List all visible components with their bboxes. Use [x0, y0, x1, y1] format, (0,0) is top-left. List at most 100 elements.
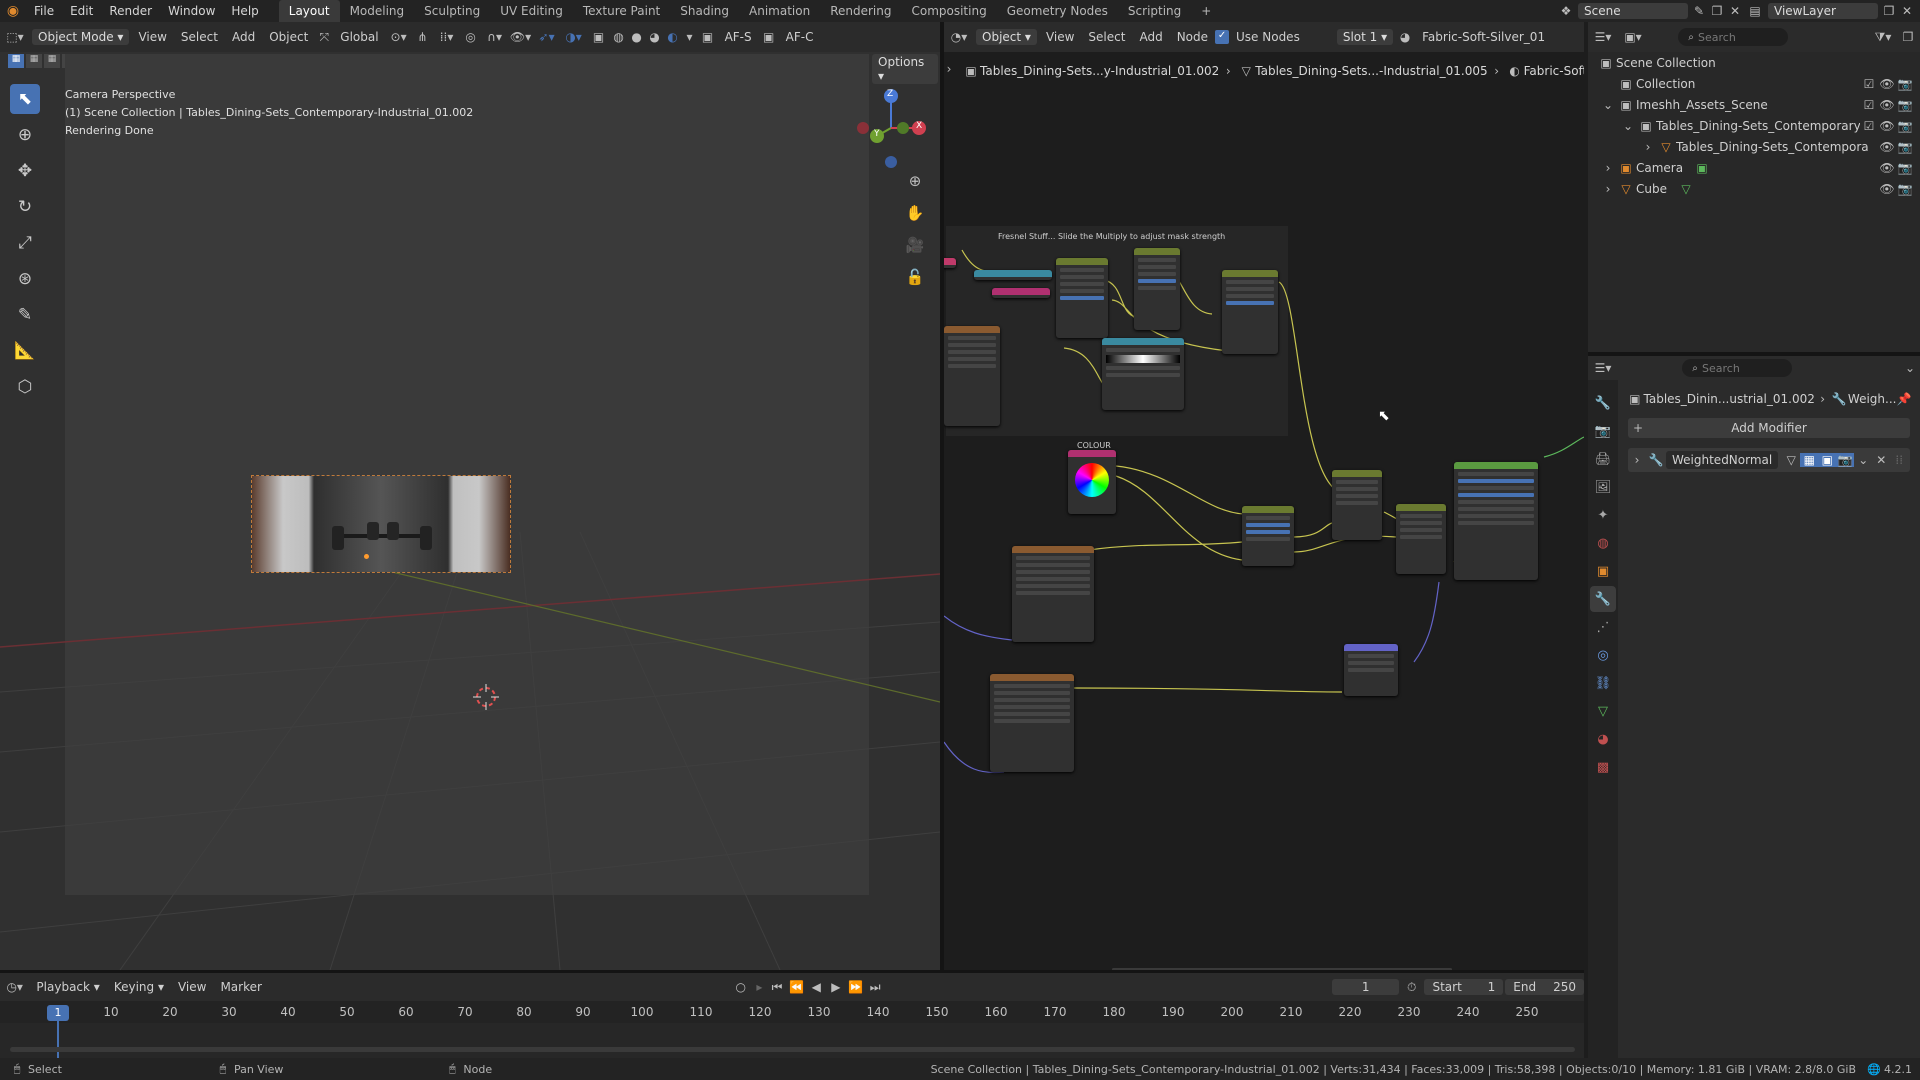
- add-cube-tool-icon[interactable]: ⬡: [10, 372, 40, 402]
- timeline-playback-menu[interactable]: Playback ▾: [29, 980, 106, 994]
- tab-shading[interactable]: Shading: [670, 0, 739, 22]
- dropdown-icon[interactable]: ⌄: [1854, 453, 1872, 467]
- node-editor-type-icon[interactable]: ◔▾: [944, 30, 974, 44]
- shader-node[interactable]: [1222, 270, 1278, 354]
- pin-icon[interactable]: 📌: [1896, 392, 1912, 406]
- shader-node[interactable]: [1332, 470, 1382, 540]
- normal-map-node[interactable]: [1344, 644, 1398, 696]
- timeline-scrollbar[interactable]: [10, 1047, 1575, 1052]
- eye-icon[interactable]: 👁: [1878, 119, 1896, 133]
- modifier-properties-icon[interactable]: 🔧: [1590, 586, 1616, 612]
- render-camera-icon[interactable]: 📷: [1896, 98, 1914, 112]
- pivot-icon[interactable]: ⊙▾: [386, 30, 412, 44]
- image-texture-node[interactable]: [990, 674, 1074, 772]
- properties-search[interactable]: ⌕ Search: [1682, 359, 1792, 377]
- node-menu-view[interactable]: View: [1039, 30, 1081, 44]
- filter-icon[interactable]: ⧩▾: [1870, 30, 1896, 45]
- timeline-type-icon[interactable]: ◷▾: [0, 980, 29, 994]
- viewport-menu-view[interactable]: View: [131, 30, 173, 44]
- scale-tool-icon[interactable]: ⤢: [10, 228, 40, 258]
- options-button[interactable]: Options ▾: [872, 54, 938, 84]
- xray-icon[interactable]: ▣: [588, 30, 610, 44]
- modifier-panel[interactable]: › 🔧 WeightedNormal ▽ ▦ ▣ 📷 ⌄ ✕ ⁞⁞: [1628, 448, 1910, 472]
- material-name[interactable]: Fabric-Soft-Silver_01: [1415, 30, 1552, 44]
- af-c-button[interactable]: AF-C: [779, 30, 821, 44]
- shader-node[interactable]: [1242, 506, 1294, 566]
- eye-icon[interactable]: 👁: [1878, 182, 1896, 196]
- tab-geometry-nodes[interactable]: Geometry Nodes: [997, 0, 1118, 22]
- constraints-properties-icon[interactable]: ⛓: [1590, 670, 1616, 696]
- principled-bsdf-node[interactable]: [1454, 462, 1538, 580]
- proportional-edit-icon[interactable]: ◎: [460, 30, 482, 44]
- new-scene-icon[interactable]: ❐: [1708, 4, 1726, 18]
- falloff-icon[interactable]: ∩▾: [482, 30, 508, 44]
- outliner-row-imeshh-assets[interactable]: ⌄ ▣ Imeshh_Assets_Scene ☑ 👁 📷: [1588, 94, 1920, 115]
- timeline-marker-menu[interactable]: Marker: [213, 980, 268, 994]
- prev-keyframe-icon[interactable]: ⏪: [787, 980, 807, 994]
- rendered-object[interactable]: [251, 475, 511, 573]
- properties-type-icon[interactable]: ☰▾: [1588, 361, 1618, 375]
- tab-layout[interactable]: Layout: [278, 0, 340, 22]
- menu-edit[interactable]: Edit: [62, 4, 101, 18]
- physics-properties-icon[interactable]: ◎: [1590, 642, 1616, 668]
- timeline-view-menu[interactable]: View: [171, 980, 213, 994]
- checkbox-icon[interactable]: ☑: [1860, 77, 1878, 91]
- measure-tool-icon[interactable]: 📐: [10, 336, 40, 366]
- jump-end-icon[interactable]: ⏭: [865, 980, 885, 995]
- visibility-icon[interactable]: 👁▾: [508, 30, 534, 44]
- shader-type-dropdown[interactable]: Object ▾: [976, 29, 1037, 45]
- output-properties-icon[interactable]: 🖨: [1590, 446, 1616, 472]
- shader-node[interactable]: [1396, 504, 1446, 574]
- use-nodes-checkbox[interactable]: ✓: [1215, 30, 1230, 44]
- solid-shading-icon[interactable]: ●: [628, 30, 646, 44]
- checkbox-icon[interactable]: ☑: [1860, 119, 1878, 133]
- current-frame-field[interactable]: 1: [1332, 979, 1399, 995]
- object-properties-icon[interactable]: ▣: [1590, 558, 1616, 584]
- tab-scripting[interactable]: Scripting: [1118, 0, 1191, 22]
- cage-toggle-icon[interactable]: ▦: [1800, 453, 1819, 467]
- expand-arrow-icon[interactable]: ⌄: [1600, 98, 1616, 112]
- outliner-type-icon[interactable]: ☰▾: [1588, 30, 1618, 44]
- expand-arrow-icon[interactable]: ›: [1600, 182, 1616, 196]
- data-properties-icon[interactable]: ▽: [1590, 698, 1616, 724]
- delete-scene-icon[interactable]: ✕: [1726, 4, 1744, 18]
- chevron-down-icon[interactable]: ⌄: [1900, 361, 1920, 375]
- scene-selector[interactable]: Scene: [1578, 3, 1688, 19]
- cursor-tool-icon[interactable]: ⊕: [10, 120, 40, 150]
- node-editor[interactable]: ▣ Tables_Dining-Sets...y-Industrial_01.0…: [944, 52, 1584, 970]
- globe-icon[interactable]: 🌐: [1864, 1063, 1884, 1076]
- transform-tool-icon[interactable]: ⊛: [10, 264, 40, 294]
- tab-rendering[interactable]: Rendering: [820, 0, 901, 22]
- render-camera-icon[interactable]: 📷: [1896, 119, 1914, 133]
- node-menu-select[interactable]: Select: [1081, 30, 1132, 44]
- play-reverse-icon[interactable]: ◀: [806, 980, 826, 994]
- menu-help[interactable]: Help: [223, 4, 266, 18]
- tab-animation[interactable]: Animation: [739, 0, 820, 22]
- move-tool-icon[interactable]: ✥: [10, 156, 40, 186]
- viewport-toggle-icon[interactable]: ▣: [1818, 453, 1837, 467]
- material-properties-icon[interactable]: ◕: [1590, 726, 1616, 752]
- new-view-layer-icon[interactable]: ❐: [1880, 4, 1898, 18]
- expand-arrow-icon[interactable]: ⌄: [1620, 119, 1636, 133]
- overlay-toggle-icon[interactable]: ◑▾: [560, 30, 588, 44]
- render-properties-icon[interactable]: 📷: [1590, 418, 1616, 444]
- menu-file[interactable]: File: [26, 4, 62, 18]
- af-s-button[interactable]: AF-S: [718, 30, 759, 44]
- outliner-row-collection[interactable]: ▣ Collection ☑ 👁 📷: [1588, 73, 1920, 94]
- shader-node[interactable]: [974, 270, 1052, 280]
- next-keyframe-icon[interactable]: ⏩: [846, 980, 866, 994]
- particles-properties-icon[interactable]: ⋰: [1590, 614, 1616, 640]
- stopwatch-icon[interactable]: ⏱: [1399, 980, 1425, 995]
- new-collection-icon[interactable]: ❐: [1896, 30, 1920, 44]
- color-wheel-node[interactable]: [1068, 450, 1116, 514]
- eye-icon[interactable]: 👁: [1878, 161, 1896, 175]
- shader-node[interactable]: [1056, 258, 1108, 338]
- add-workspace-button[interactable]: +: [1191, 0, 1221, 22]
- material-shading-icon[interactable]: ◕: [646, 30, 664, 44]
- color-ramp-node[interactable]: [1102, 338, 1184, 410]
- pan-hand-icon[interactable]: ✋: [902, 204, 928, 230]
- expand-arrow-icon[interactable]: ›: [1628, 453, 1646, 467]
- outliner-row-tables-collection[interactable]: ⌄ ▣ Tables_Dining-Sets_Contemporary- ☑ 👁…: [1588, 115, 1920, 136]
- menu-window[interactable]: Window: [160, 4, 223, 18]
- shader-node[interactable]: [944, 258, 956, 268]
